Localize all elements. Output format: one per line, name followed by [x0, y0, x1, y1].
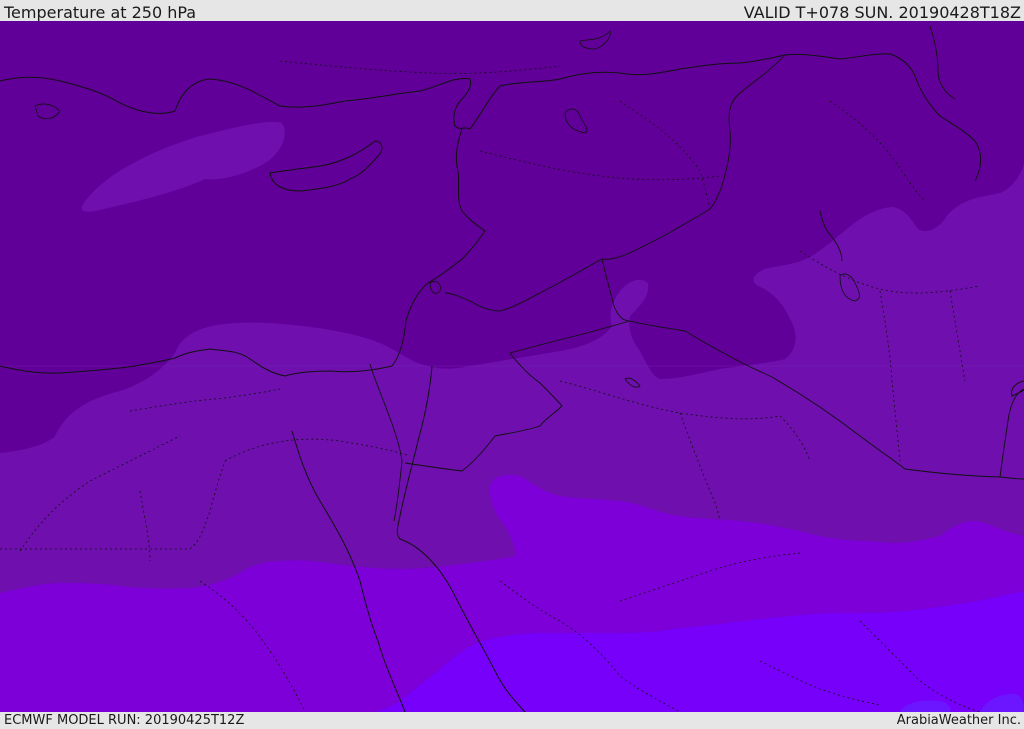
- temperature-map[interactable]: [0, 21, 1024, 712]
- valid-time: VALID T+078 SUN. 20190428T18Z: [743, 3, 1021, 22]
- header-bar: Temperature at 250 hPa VALID T+078 SUN. …: [0, 0, 1024, 22]
- footer-bar: ECMWF MODEL RUN: 20190425T12Z ArabiaWeat…: [0, 712, 1024, 729]
- credit-label: ArabiaWeather Inc.: [896, 713, 1021, 728]
- model-run-label: ECMWF MODEL RUN: 20190425T12Z: [4, 713, 245, 728]
- map-title: Temperature at 250 hPa: [4, 3, 197, 22]
